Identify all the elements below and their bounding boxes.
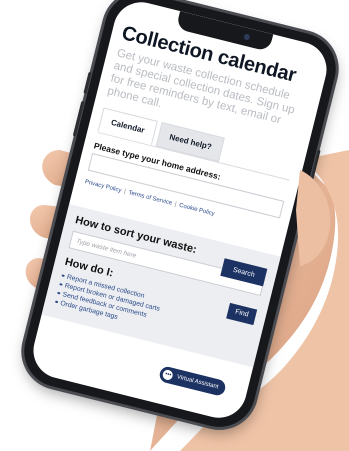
privacy-policy-link[interactable]: Privacy Policy <box>84 179 122 194</box>
virtual-assistant-button[interactable]: ••• Virtual Assistant <box>158 365 227 397</box>
cookie-policy-link[interactable]: Cookie Policy <box>179 202 216 217</box>
chat-bubble-icon: ••• <box>162 368 175 382</box>
phone-screen: Collection calendar Get your waste colle… <box>27 0 333 424</box>
terms-link[interactable]: Terms of Service <box>128 190 173 207</box>
camera-icon <box>243 33 251 41</box>
assistant-label: Virtual Assistant <box>176 374 219 391</box>
phone: Collection calendar Get your waste colle… <box>16 0 344 435</box>
sort-section: How to sort your waste: Type waste item … <box>41 203 281 367</box>
